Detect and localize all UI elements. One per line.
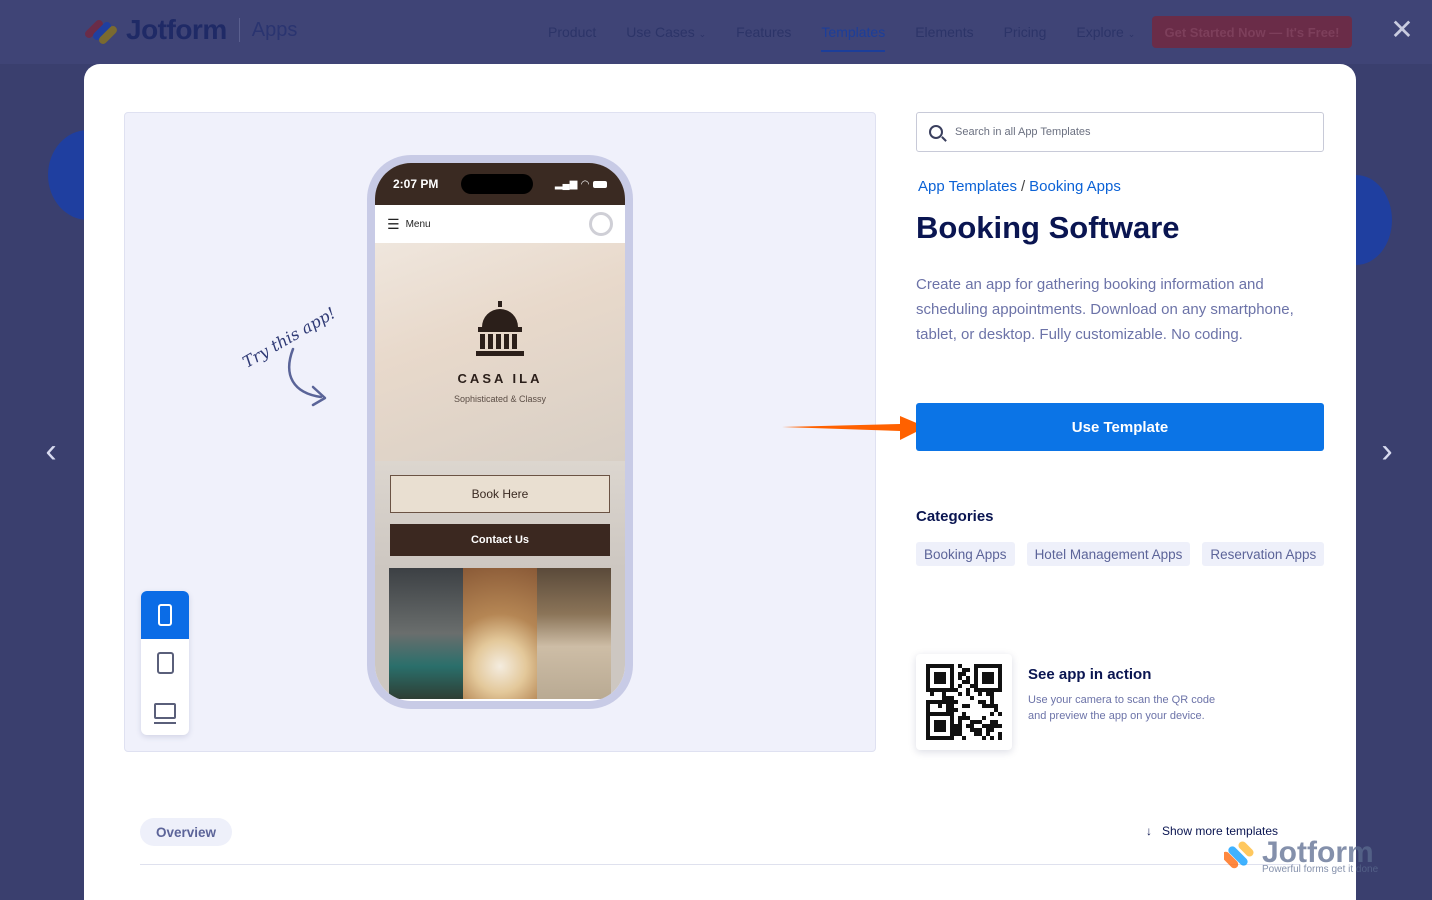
app-menu-button[interactable]: ☰ Menu (387, 216, 431, 233)
device-phone-button[interactable] (141, 591, 189, 639)
wifi-icon: ◠ (581, 178, 589, 190)
nav-use-cases[interactable]: Use Cases ⌄ (626, 24, 706, 52)
template-description: Create an app for gathering booking info… (916, 276, 1294, 343)
breadcrumb-booking-apps[interactable]: Booking Apps (1029, 178, 1121, 195)
nav-elements[interactable]: Elements (915, 24, 973, 52)
app-gallery (375, 568, 625, 699)
orange-pointer-arrow-icon (782, 416, 926, 440)
category-chip[interactable]: Reservation Apps (1202, 542, 1325, 566)
page-header: Jotform Apps Product Use Cases ⌄ Feature… (0, 0, 1432, 64)
template-modal: Try this app! 2:07 PM ▂▄▆ ◠ ☰ Menu CASA … (84, 64, 1356, 900)
jotform-logo-icon (83, 16, 119, 46)
search-input[interactable] (955, 126, 1295, 138)
building-dome-icon (476, 300, 524, 356)
app-hero: CASA ILA Sophisticated & Classy (375, 243, 625, 461)
breadcrumb-separator: / (1020, 178, 1026, 195)
desktop-icon (154, 703, 176, 724)
hamburger-icon: ☰ (387, 215, 400, 232)
gallery-image-pool (389, 568, 463, 699)
previous-template-arrow-icon[interactable]: ‹ (36, 434, 66, 468)
header-logo[interactable]: Jotform Apps (83, 14, 298, 46)
nav-features[interactable]: Features (736, 24, 791, 52)
app-name: CASA ILA (457, 370, 543, 386)
watermark-tagline: Powerful forms get it done (1262, 864, 1379, 875)
breadcrumb-app-templates[interactable]: App Templates (918, 178, 1017, 195)
phone-icon (158, 604, 172, 626)
phone-notch (460, 174, 533, 194)
search-icon (929, 125, 943, 139)
divider (140, 864, 1300, 865)
nav-product[interactable]: Product (548, 24, 596, 52)
header-brand: Jotform (126, 14, 227, 45)
signal-icon: ▂▄▆ (554, 178, 578, 190)
device-switcher (141, 591, 189, 735)
header-section: Apps (251, 18, 298, 41)
arrow-down-icon: ↓ (1146, 824, 1152, 838)
curved-arrow-icon (288, 347, 327, 407)
phone-mockup[interactable]: 2:07 PM ▂▄▆ ◠ ☰ Menu CASA ILA Sophistica… (367, 155, 633, 709)
jotform-logo-icon (1224, 841, 1254, 869)
close-icon[interactable]: ✕ (1388, 16, 1416, 44)
breadcrumb: App Templates / Booking Apps (918, 178, 1121, 195)
app-menu-bar: ☰ Menu (375, 205, 625, 243)
category-chip[interactable]: Booking Apps (916, 542, 1015, 566)
qr-code (916, 654, 1012, 750)
status-time: 2:07 PM (393, 177, 439, 191)
app-preview-panel: Try this app! 2:07 PM ▂▄▆ ◠ ☰ Menu CASA … (124, 112, 876, 752)
page-title: Booking Software (916, 210, 1180, 245)
next-template-arrow-icon[interactable]: › (1372, 434, 1402, 468)
header-divider (238, 18, 240, 42)
get-started-button[interactable]: Get Started Now — It's Free! (1152, 16, 1352, 48)
template-search (916, 112, 1324, 152)
category-list: Booking Apps Hotel Management Apps Reser… (916, 542, 1336, 566)
gallery-image-lounge (537, 568, 611, 699)
book-here-button[interactable]: Book Here (390, 475, 610, 513)
device-desktop-button[interactable] (141, 687, 189, 735)
header-nav: Product Use Cases ⌄ Features Templates E… (548, 24, 1135, 52)
contact-us-button[interactable]: Contact Us (390, 524, 610, 556)
category-chip[interactable]: Hotel Management Apps (1026, 542, 1191, 566)
app-tagline: Sophisticated & Classy (453, 393, 547, 404)
qr-title: See app in action (1028, 666, 1152, 683)
use-template-button[interactable]: Use Template (916, 403, 1324, 451)
nav-explore[interactable]: Explore ⌄ (1076, 24, 1135, 52)
nav-templates[interactable]: Templates (821, 24, 886, 52)
nav-pricing[interactable]: Pricing (1004, 24, 1047, 52)
menu-label: Menu (405, 218, 431, 230)
qr-description: Use your camera to scan the QR code and … (1028, 694, 1216, 722)
chevron-down-icon: ⌄ (1127, 29, 1136, 39)
phone-status-bar: 2:07 PM ▂▄▆ ◠ (375, 163, 625, 205)
tab-overview[interactable]: Overview (140, 818, 233, 846)
app-avatar-icon (589, 212, 613, 236)
device-tablet-button[interactable] (141, 639, 189, 687)
chevron-down-icon: ⌄ (698, 29, 707, 39)
battery-icon (593, 180, 607, 188)
categories-heading: Categories (916, 508, 994, 525)
qr-code-icon (926, 664, 1002, 740)
gallery-image-dining (463, 568, 537, 699)
tablet-icon (156, 652, 174, 674)
jotform-watermark: Jotform Powerful forms get it done (1224, 836, 1404, 880)
